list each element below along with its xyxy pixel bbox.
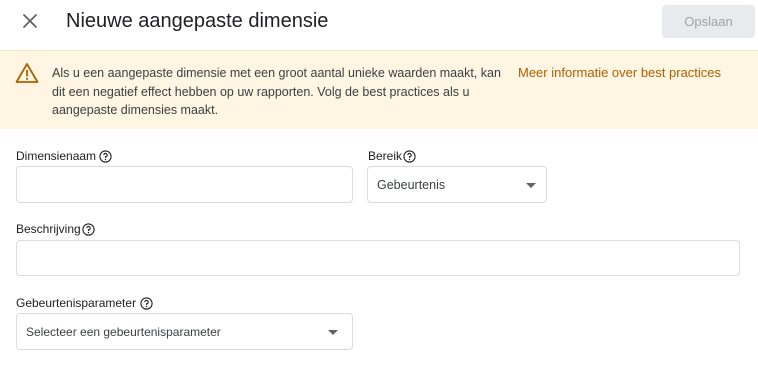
event-parameter-label: Gebeurtenisparameter bbox=[16, 295, 153, 311]
dimension-name-label: Dimensienaam bbox=[16, 148, 112, 164]
event-parameter-label-text: Gebeurtenisparameter bbox=[16, 296, 137, 310]
help-icon[interactable] bbox=[140, 296, 153, 310]
dropdown-arrow-icon bbox=[328, 329, 338, 335]
scope-select[interactable]: Gebeurtenis bbox=[367, 166, 547, 203]
warning-banner: Als u een aangepaste dimensie met een gr… bbox=[0, 50, 758, 129]
event-parameter-select[interactable]: Selecteer een gebeurtenisparameter bbox=[16, 313, 353, 350]
help-icon[interactable] bbox=[99, 149, 112, 163]
help-icon[interactable] bbox=[403, 149, 416, 163]
close-button[interactable] bbox=[19, 10, 43, 34]
dropdown-arrow-icon bbox=[526, 182, 536, 188]
help-icon[interactable] bbox=[82, 222, 95, 236]
scope-label-text: Bereik bbox=[368, 149, 403, 163]
warning-icon bbox=[15, 63, 39, 83]
warning-text: Als u een aangepaste dimensie met een gr… bbox=[52, 66, 501, 117]
description-label: Beschrijving bbox=[16, 221, 95, 237]
scope-select-value: Gebeurtenis bbox=[377, 177, 446, 192]
description-label-text: Beschrijving bbox=[16, 222, 81, 236]
best-practices-link[interactable]: Meer informatie over best practices bbox=[518, 64, 721, 83]
dimension-name-label-text: Dimensienaam bbox=[16, 149, 97, 163]
scope-label: Bereik bbox=[368, 148, 416, 164]
dialog-title: Nieuwe aangepaste dimensie bbox=[66, 10, 329, 32]
close-icon bbox=[23, 14, 37, 28]
dimension-name-input[interactable] bbox=[16, 166, 353, 203]
description-input[interactable] bbox=[16, 240, 740, 276]
save-button[interactable]: Opslaan bbox=[662, 5, 755, 38]
dialog-header: Nieuwe aangepaste dimensie Opslaan bbox=[0, 0, 758, 50]
event-parameter-placeholder: Selecteer een gebeurtenisparameter bbox=[26, 324, 221, 339]
